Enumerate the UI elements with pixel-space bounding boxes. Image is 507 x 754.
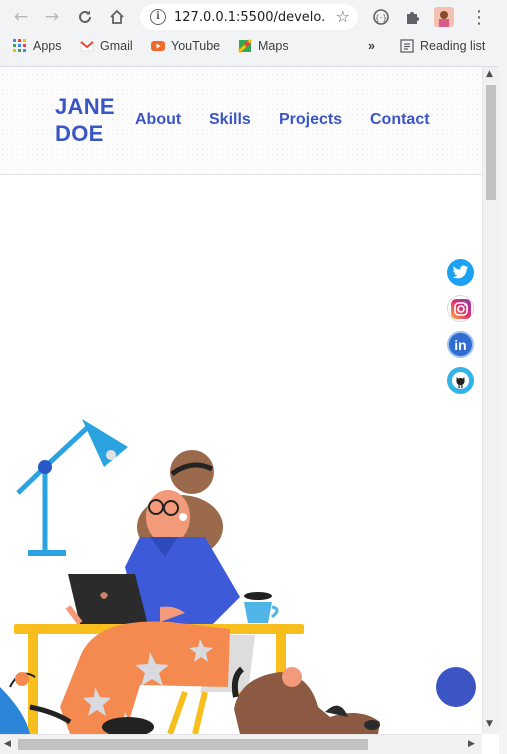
bookmark-youtube[interactable]: YouTube xyxy=(151,39,220,53)
scroll-right-arrow-icon[interactable]: ▶ xyxy=(468,739,475,749)
gmail-icon xyxy=(80,41,94,52)
browser-toolbar: ← → i 127.0.0.1:5500/develo... ☆ {·} ⋮ xyxy=(0,0,507,34)
browser-chrome: ← → i 127.0.0.1:5500/develo... ☆ {·} ⋮ A… xyxy=(0,0,507,67)
scroll-up-arrow-icon[interactable]: ▲ xyxy=(486,69,493,79)
reading-list-label: Reading list xyxy=(420,39,486,53)
bookmarks-overflow-button[interactable]: » xyxy=(368,39,375,53)
reading-list-button[interactable]: Reading list xyxy=(400,39,485,53)
plant-pot xyxy=(0,687,30,734)
youtube-icon xyxy=(151,41,165,51)
bookmark-apps[interactable]: Apps xyxy=(13,39,62,53)
bookmark-label: Apps xyxy=(33,39,62,53)
hero-illustration xyxy=(0,419,380,734)
menu-kebab-icon[interactable]: ⋮ xyxy=(468,6,490,28)
puzzle-extensions-icon[interactable] xyxy=(401,6,423,28)
scroll-top-button[interactable] xyxy=(436,667,476,707)
nav-contact[interactable]: Contact xyxy=(370,111,430,129)
instagram-icon[interactable] xyxy=(447,295,474,322)
vertical-scrollbar[interactable]: ▲ ▼ xyxy=(482,67,499,734)
back-icon[interactable]: ← xyxy=(9,5,33,29)
site-logo[interactable]: JANE DOE xyxy=(55,93,115,147)
scroll-down-arrow-icon[interactable]: ▼ xyxy=(486,719,493,729)
url-text: 127.0.0.1:5500/develo... xyxy=(174,9,324,25)
bookmark-label: YouTube xyxy=(171,39,221,53)
maps-icon xyxy=(238,39,252,53)
logo-line-1: JANE xyxy=(55,94,115,119)
logo-line-2: DOE xyxy=(55,121,104,146)
nav-projects[interactable]: Projects xyxy=(279,111,342,129)
svg-text:{·}: {·} xyxy=(375,14,388,23)
bookmark-star-icon[interactable]: ☆ xyxy=(336,7,350,26)
linkedin-icon[interactable]: in xyxy=(447,331,474,358)
scroll-left-arrow-icon[interactable]: ◀ xyxy=(4,739,11,749)
dog xyxy=(231,666,380,734)
bookmarks-bar: Apps Gmail YouTube Maps » Reading list xyxy=(0,35,507,61)
site-header: JANE DOE About Skills Projects Contact xyxy=(0,67,482,175)
bookmark-gmail[interactable]: Gmail xyxy=(80,39,133,53)
horizontal-scrollbar[interactable]: ◀ ▶ xyxy=(0,734,482,754)
coffee-mug xyxy=(244,602,272,623)
vertical-scroll-thumb[interactable] xyxy=(486,85,496,200)
site-info-icon[interactable]: i xyxy=(150,9,166,25)
reload-icon[interactable] xyxy=(73,5,97,29)
nav-skills[interactable]: Skills xyxy=(209,111,251,129)
horizontal-scroll-thumb[interactable] xyxy=(18,739,368,750)
laptop xyxy=(68,574,148,625)
page-viewport: JANE DOE About Skills Projects Contact i… xyxy=(0,67,482,734)
nav-about[interactable]: About xyxy=(135,111,181,129)
extension-icon[interactable]: {·} xyxy=(370,6,392,28)
window-edge xyxy=(499,34,507,754)
bookmark-maps[interactable]: Maps xyxy=(238,39,289,53)
bookmark-label: Gmail xyxy=(100,39,133,53)
profile-avatar[interactable] xyxy=(433,6,455,28)
reading-list-icon xyxy=(400,39,414,53)
bookmark-label: Maps xyxy=(258,39,289,53)
desk-lamp xyxy=(16,419,128,556)
apps-grid-icon xyxy=(13,39,26,52)
address-bar[interactable]: i 127.0.0.1:5500/develo... ☆ xyxy=(140,4,358,30)
home-icon[interactable] xyxy=(105,5,129,29)
twitter-icon[interactable] xyxy=(447,259,474,286)
github-icon[interactable] xyxy=(447,367,474,394)
forward-icon[interactable]: → xyxy=(40,5,64,29)
